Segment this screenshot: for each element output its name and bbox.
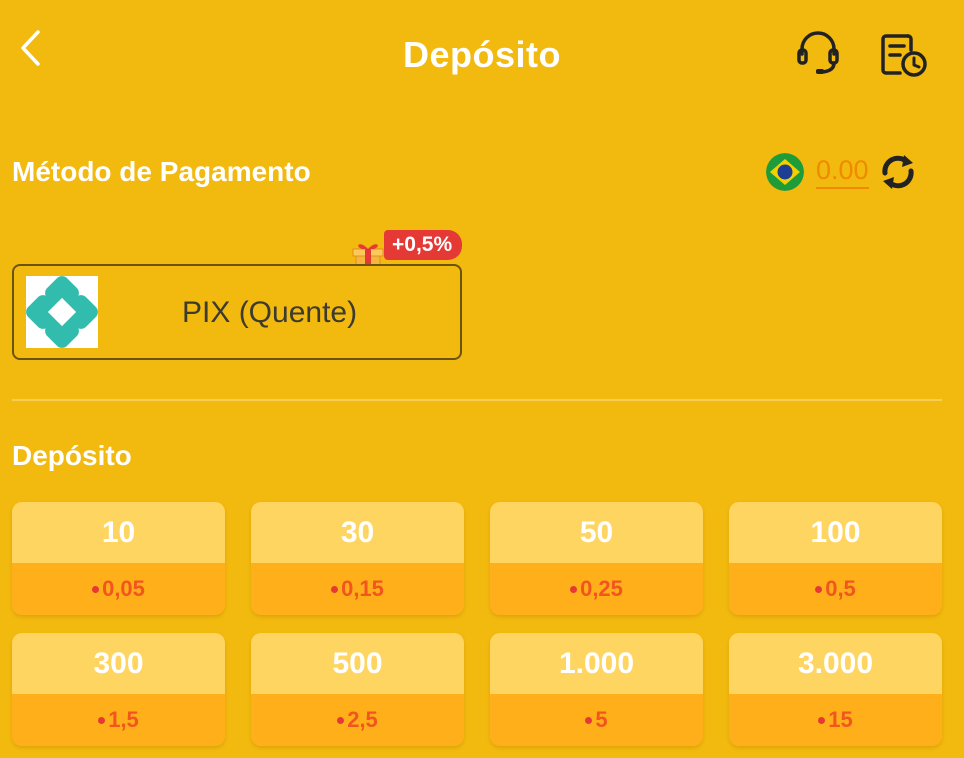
amount-value: 50 — [490, 502, 703, 563]
amount-bonus-value: 0,05 — [102, 576, 145, 601]
amount-option[interactable]: 100 0,5 — [729, 502, 942, 615]
amount-bonus-value: 0,15 — [341, 576, 384, 601]
balance-display: 0.00 — [766, 150, 919, 194]
bonus-dot-icon — [98, 716, 106, 724]
amount-option[interactable]: 1.000 5 — [490, 633, 703, 746]
bonus-dot-icon — [337, 716, 345, 724]
amount-value: 100 — [729, 502, 942, 563]
headset-icon — [797, 31, 839, 74]
refresh-icon[interactable] — [877, 151, 919, 193]
payment-method-pix[interactable]: PIX (Quente) — [12, 264, 462, 360]
amount-option[interactable]: 3.000 15 — [729, 633, 942, 746]
amount-bonus: 0,25 — [490, 563, 703, 615]
bonus-dot-icon — [92, 585, 100, 593]
amount-value: 30 — [251, 502, 464, 563]
deposit-title: Depósito — [12, 440, 132, 471]
amount-bonus: 0,15 — [251, 563, 464, 615]
amount-value: 10 — [12, 502, 225, 563]
bonus-dot-icon — [331, 585, 339, 593]
amount-bonus: 15 — [729, 694, 942, 746]
deposit-history-button[interactable] — [878, 30, 930, 78]
amount-bonus-value: 1,5 — [108, 707, 139, 732]
amount-bonus-value: 5 — [595, 707, 608, 732]
payment-method-label: PIX (Quente) — [182, 296, 358, 329]
amount-value: 300 — [12, 633, 225, 694]
amount-option[interactable]: 10 0,05 — [12, 502, 225, 615]
amount-bonus-value: 15 — [828, 707, 853, 732]
payment-method-title: Método de Pagamento — [12, 156, 311, 187]
amount-value: 500 — [251, 633, 464, 694]
amount-bonus: 2,5 — [251, 694, 464, 746]
amount-bonus-value: 2,5 — [347, 707, 378, 732]
pix-logo-icon — [26, 276, 98, 348]
bonus-dot-icon — [570, 585, 578, 593]
amount-bonus-value: 0,5 — [825, 576, 856, 601]
amount-bonus: 0,5 — [729, 563, 942, 615]
bonus-dot-icon — [818, 716, 826, 724]
amount-option[interactable]: 30 0,15 — [251, 502, 464, 615]
amount-option[interactable]: 50 0,25 — [490, 502, 703, 615]
section-divider — [12, 399, 942, 401]
bonus-tag: +0,5% — [384, 230, 463, 260]
header-bar: Depósito — [0, 0, 964, 110]
bonus-dot-icon — [815, 585, 823, 593]
amount-value: 3.000 — [729, 633, 942, 694]
amount-bonus: 5 — [490, 694, 703, 746]
support-button[interactable] — [794, 28, 842, 76]
bonus-dot-icon — [585, 716, 593, 724]
balance-value: 0.00 — [816, 155, 869, 189]
brazil-flag-icon — [766, 153, 804, 191]
amount-option[interactable]: 500 2,5 — [251, 633, 464, 746]
amount-bonus: 1,5 — [12, 694, 225, 746]
record-clock-icon — [881, 34, 927, 77]
amount-option[interactable]: 300 1,5 — [12, 633, 225, 746]
amount-value: 1.000 — [490, 633, 703, 694]
amount-bonus: 0,05 — [12, 563, 225, 615]
amount-bonus-value: 0,25 — [580, 576, 623, 601]
